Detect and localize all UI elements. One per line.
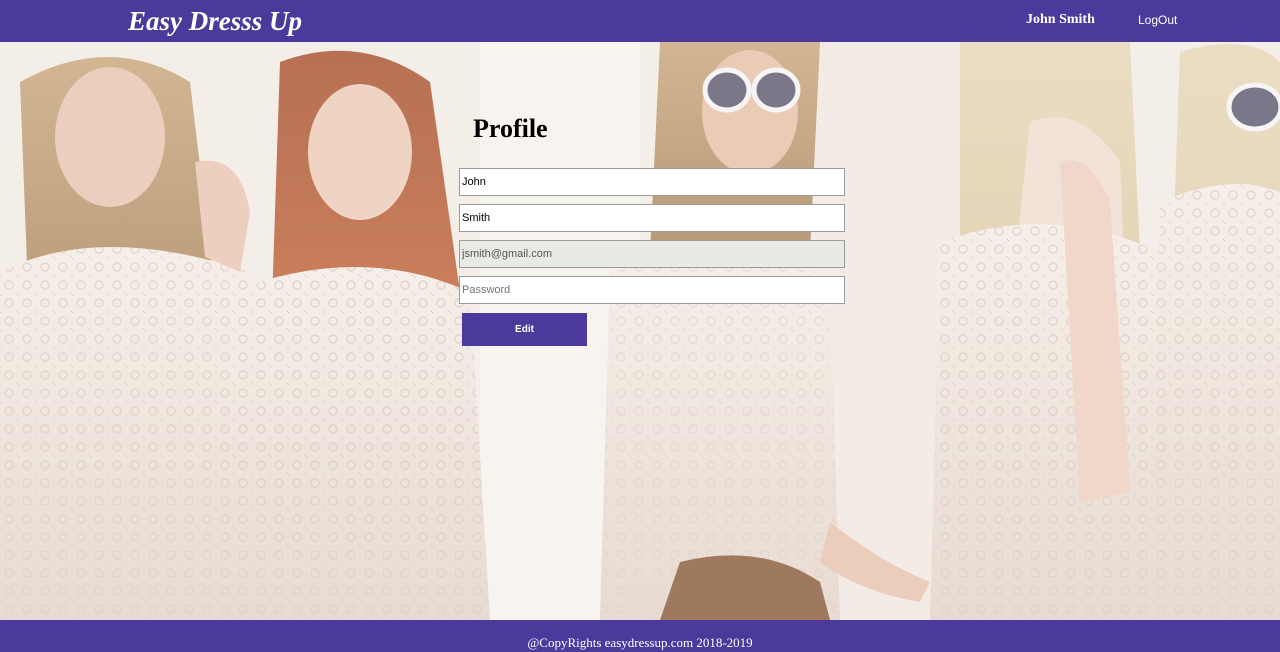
- profile-page: Easy Dresss Up John Smith LogOut Profile…: [0, 0, 1280, 652]
- background-photo: [0, 42, 1280, 620]
- brand-logo[interactable]: Easy Dresss Up: [128, 6, 302, 37]
- footer: @CopyRights easydressup.com 2018-2019: [0, 620, 1280, 652]
- first-name-input[interactable]: [459, 168, 845, 196]
- last-name-input[interactable]: [459, 204, 845, 232]
- top-navbar: Easy Dresss Up John Smith LogOut: [0, 0, 1280, 42]
- logout-link[interactable]: LogOut: [1138, 13, 1177, 27]
- profile-title: Profile: [473, 114, 548, 143]
- email-input: [459, 240, 845, 268]
- footer-copyright: @CopyRights easydressup.com 2018-2019: [527, 635, 753, 650]
- nav-user-name[interactable]: John Smith: [1026, 12, 1095, 28]
- fashion-models-illustration: [0, 42, 1280, 620]
- edit-button[interactable]: Edit: [462, 313, 587, 346]
- password-input[interactable]: [459, 276, 845, 304]
